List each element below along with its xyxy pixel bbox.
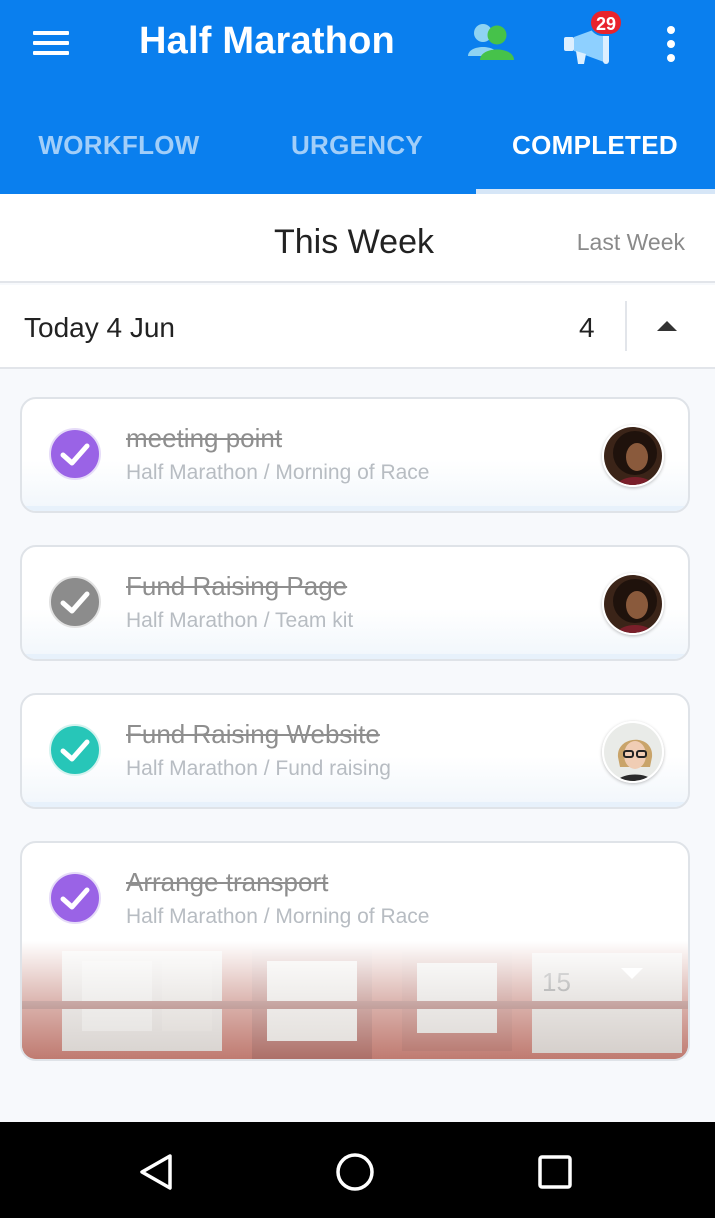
check-circle-icon[interactable] <box>48 427 102 481</box>
task-path: Half Marathon / Team kit <box>126 609 354 632</box>
triangle-down-icon[interactable] <box>618 965 646 983</box>
day-task-count: 4 <box>579 312 595 343</box>
avatar <box>602 721 664 783</box>
tab-bar: WORKFLOW URGENCY COMPLETED <box>0 100 715 194</box>
divider <box>625 301 627 351</box>
back-triangle-icon[interactable] <box>134 1150 178 1194</box>
system-nav-bar <box>0 1122 715 1218</box>
card-accent <box>22 506 688 511</box>
triangle-up-icon[interactable] <box>650 313 684 339</box>
day-label: Today 4 Jun <box>24 312 175 343</box>
more-vertical-icon[interactable] <box>660 24 682 64</box>
page-title: Half Marathon <box>139 20 395 62</box>
week-current[interactable]: This Week <box>274 223 434 262</box>
tab-workflow[interactable]: WORKFLOW <box>0 100 238 194</box>
app-bar: Half Marathon 29 WORKFLOW URGENCY COMPLE… <box>0 0 715 194</box>
week-selector: This Week Last Week <box>0 194 715 283</box>
task-title: Fund Raising Website <box>126 719 380 749</box>
hamburger-menu-icon[interactable] <box>30 27 72 59</box>
people-icon[interactable] <box>466 20 516 64</box>
week-previous[interactable]: Last Week <box>577 229 685 256</box>
day-group-header[interactable]: Today 4 Jun 4 <box>0 285 715 369</box>
card-accent <box>22 654 688 659</box>
task-path: Half Marathon / Morning of Race <box>126 905 430 928</box>
task-card[interactable]: meeting point Half Marathon / Morning of… <box>20 397 690 513</box>
task-path: Half Marathon / Morning of Race <box>126 461 430 484</box>
check-circle-icon[interactable] <box>48 871 102 925</box>
avatar <box>602 425 664 487</box>
card-accent <box>22 802 688 807</box>
avatar <box>602 573 664 635</box>
task-title: meeting point <box>126 423 283 453</box>
home-circle-icon[interactable] <box>333 1150 377 1194</box>
toolbar: Half Marathon 29 <box>0 0 715 90</box>
task-card[interactable]: Fund Raising Page Half Marathon / Team k… <box>20 545 690 661</box>
check-circle-icon[interactable] <box>48 723 102 777</box>
task-title: Fund Raising Page <box>126 571 348 601</box>
task-card[interactable]: Arrange transport Half Marathon / Mornin… <box>20 841 690 1061</box>
bus-cover-photo: 15 <box>22 941 688 1059</box>
notification-badge: 29 <box>589 9 624 36</box>
recent-square-icon[interactable] <box>533 1150 577 1194</box>
task-card[interactable]: Fund Raising Website Half Marathon / Fun… <box>20 693 690 809</box>
check-circle-icon[interactable] <box>48 575 102 629</box>
task-path: Half Marathon / Fund raising <box>126 757 391 780</box>
tab-completed[interactable]: COMPLETED <box>476 100 714 194</box>
task-title: Arrange transport <box>126 867 329 897</box>
tab-urgency[interactable]: URGENCY <box>238 100 476 194</box>
